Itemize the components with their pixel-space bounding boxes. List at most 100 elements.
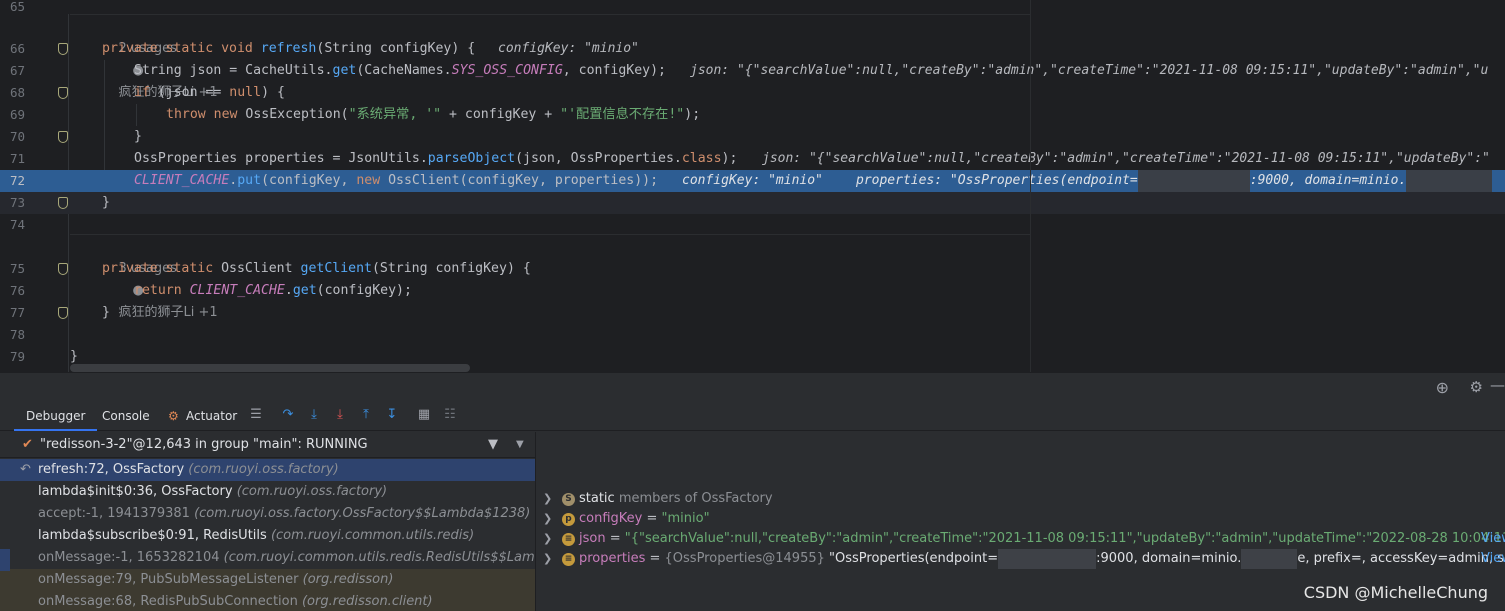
code-line: 68 if (json == null) {	[0, 82, 1505, 104]
inline-value-hint: json: "{"searchValue":null,"createBy":"a…	[762, 151, 1490, 166]
code-line: 77 }	[0, 302, 1505, 324]
fold-icon[interactable]	[58, 197, 68, 209]
frame-method: lambda$init$0:36, OssFactory	[38, 484, 233, 499]
line-number: 65	[9, 0, 25, 14]
line-number: 69	[9, 107, 25, 122]
parameter-icon: p	[562, 513, 575, 526]
code-text: }	[102, 195, 110, 210]
fold-icon[interactable]	[58, 131, 68, 143]
code-line: 65	[0, 0, 1505, 18]
code-line: 66 private static void refresh(String co…	[0, 38, 1505, 60]
tab-actuator-label: Actuator	[186, 409, 238, 423]
menu-icon[interactable]: ☰	[248, 407, 264, 423]
code-line: 69 throw new OssException("系统异常, '" + co…	[0, 104, 1505, 126]
frame-item[interactable]: onMessage:68, RedisPubSubConnection (org…	[0, 591, 535, 611]
inline-value-hint: configKey: "minio"	[498, 41, 639, 56]
chevron-right-icon[interactable]: ❯	[543, 489, 552, 509]
tab-console[interactable]: Console	[90, 401, 162, 431]
frame-method: onMessage:79, PubSubMessageListener	[38, 572, 299, 587]
variable-row-configkey[interactable]: ❯ p configKey = "minio"	[537, 509, 1505, 529]
view-link[interactable]: View	[1481, 529, 1505, 549]
inline-value-hint: configKey: "minio"	[682, 173, 823, 188]
chevron-right-icon[interactable]: ❯	[543, 549, 552, 569]
filter-icon[interactable]: ▼	[488, 432, 498, 458]
line-number: 68	[9, 85, 25, 100]
code-text: OssProperties properties = JsonUtils.par…	[134, 151, 738, 166]
step-into-icon[interactable]: ⤓	[332, 407, 348, 423]
code-text: private static void refresh(String confi…	[102, 41, 476, 56]
tab-actuator[interactable]: ⚙ Actuator	[158, 401, 249, 431]
frame-package: (com.ruoyi.oss.factory)	[236, 484, 388, 499]
inline-value-hint: properties: "OssProperties(endpoint=x:90…	[856, 170, 1493, 192]
frame-package: (com.ruoyi.oss.factory)	[188, 462, 339, 477]
frame-item[interactable]: ↶ refresh:72, OssFactory (com.ruoyi.oss.…	[0, 459, 535, 481]
code-line: 70 }	[0, 126, 1505, 148]
frame-method: accept:-1, 1941379381	[38, 506, 190, 521]
frame-method: onMessage:-1, 1653282104	[38, 550, 220, 565]
frame-item[interactable]: accept:-1, 1941379381 (com.ruoyi.oss.fac…	[0, 503, 535, 525]
line-number: 74	[9, 217, 25, 232]
chevron-down-icon[interactable]: ▼	[516, 432, 524, 458]
line-number: 75	[9, 261, 25, 276]
step-over-icon[interactable]: ⤓	[306, 407, 322, 423]
horizontal-scrollbar[interactable]	[70, 364, 470, 372]
static-icon: S	[562, 493, 575, 506]
frame-package: (com.ruoyi.oss.factory.OssFactory$$Lambd…	[194, 506, 531, 521]
inline-value-hint: json: "{"searchValue":null,"createBy":"a…	[690, 63, 1489, 78]
code-text: }	[134, 129, 142, 144]
line-number: 73	[9, 195, 25, 210]
code-text: String json = CacheUtils.get(CacheNames.…	[134, 63, 666, 78]
frame-package: (com.ruoyi.common.utils.redis.RedisUtils…	[223, 550, 536, 565]
debug-header: ⊕ ⚙ —	[0, 373, 1505, 401]
code-text: throw new OssException("系统异常, '" + confi…	[166, 107, 701, 122]
evaluate-icon[interactable]: ▦	[416, 407, 432, 423]
frame-package: (org.redisson)	[302, 572, 394, 587]
code-editor[interactable]: 65 2 usages ● 疯狂的狮子Li +1 66 private stat…	[0, 0, 1505, 372]
variable-row-properties[interactable]: ❯ ≡ properties = {OssProperties@14955} "…	[537, 549, 1505, 569]
chevron-right-icon[interactable]: ❯	[543, 529, 552, 549]
run-to-cursor-icon[interactable]: ↧	[384, 407, 400, 423]
code-line: 71 OssProperties properties = JsonUtils.…	[0, 148, 1505, 170]
frame-item[interactable]: lambda$init$0:36, OssFactory (com.ruoyi.…	[0, 481, 535, 503]
code-text: return CLIENT_CACHE.get(configKey);	[134, 283, 412, 298]
line-number: 76	[9, 283, 25, 298]
debug-tool-window: ⊕ ⚙ — Debugger Console ⚙ Actuator ☰ ↷ ⤓ …	[0, 372, 1505, 611]
debug-tabs: Debugger Console ⚙ Actuator ☰ ↷ ⤓ ⤓ ⤒ ↧ …	[0, 401, 1505, 431]
frame-method: lambda$subscribe$0:91, RedisUtils	[38, 528, 267, 543]
right-margin-guide	[1030, 0, 1031, 372]
watermark: CSDN @MichelleChung	[1303, 583, 1488, 602]
gear-icon[interactable]: ⚙	[1470, 378, 1483, 396]
layout-icon[interactable]: ☷	[442, 407, 458, 423]
field-icon: ≡	[562, 533, 575, 546]
fold-icon[interactable]	[58, 263, 68, 275]
actuator-icon: ⚙	[168, 409, 179, 423]
execution-line: 72 CLIENT_CACHE.put(configKey, new OssCl…	[0, 170, 1505, 192]
minimize-icon[interactable]: —	[1490, 376, 1505, 394]
line-number: 70	[9, 129, 25, 144]
code-line: 75 private static OssClient getClient(St…	[0, 258, 1505, 280]
frame-item[interactable]: onMessage:-1, 1653282104 (com.ruoyi.comm…	[0, 547, 536, 569]
line-number: 72	[9, 173, 25, 188]
line-number: 67	[9, 63, 25, 78]
line-number: 77	[9, 305, 25, 320]
crosshair-icon[interactable]: ⊕	[1436, 378, 1449, 397]
code-text: }	[102, 305, 110, 320]
frames-panel: ✔ "redisson-3-2"@12,643 in group "main":…	[0, 432, 536, 611]
frame-item[interactable]: lambda$subscribe$0:91, RedisUtils (com.r…	[0, 525, 535, 547]
check-icon: ✔	[22, 437, 33, 452]
fold-icon[interactable]	[58, 87, 68, 99]
variable-row-json[interactable]: ❯ ≡ json = "{"searchValue":null,"createB…	[537, 529, 1505, 549]
frame-item[interactable]: onMessage:79, PubSubMessageListener (org…	[0, 569, 535, 591]
show-execution-point-icon[interactable]: ↷	[280, 407, 296, 423]
line-number: 79	[9, 349, 25, 364]
variable-row-static[interactable]: ❯ S static members of OssFactory	[537, 489, 1505, 509]
frame-package: (org.redisson.client)	[301, 594, 433, 609]
frame-marker	[0, 549, 10, 571]
chevron-right-icon[interactable]: ❯	[543, 509, 552, 529]
fold-icon[interactable]	[58, 43, 68, 55]
view-link[interactable]: View	[1481, 549, 1505, 569]
tab-debugger[interactable]: Debugger	[14, 401, 98, 431]
fold-icon[interactable]	[58, 307, 68, 319]
step-out-icon[interactable]: ⤒	[358, 407, 374, 423]
thread-selector[interactable]: ✔ "redisson-3-2"@12,643 in group "main":…	[0, 432, 535, 458]
